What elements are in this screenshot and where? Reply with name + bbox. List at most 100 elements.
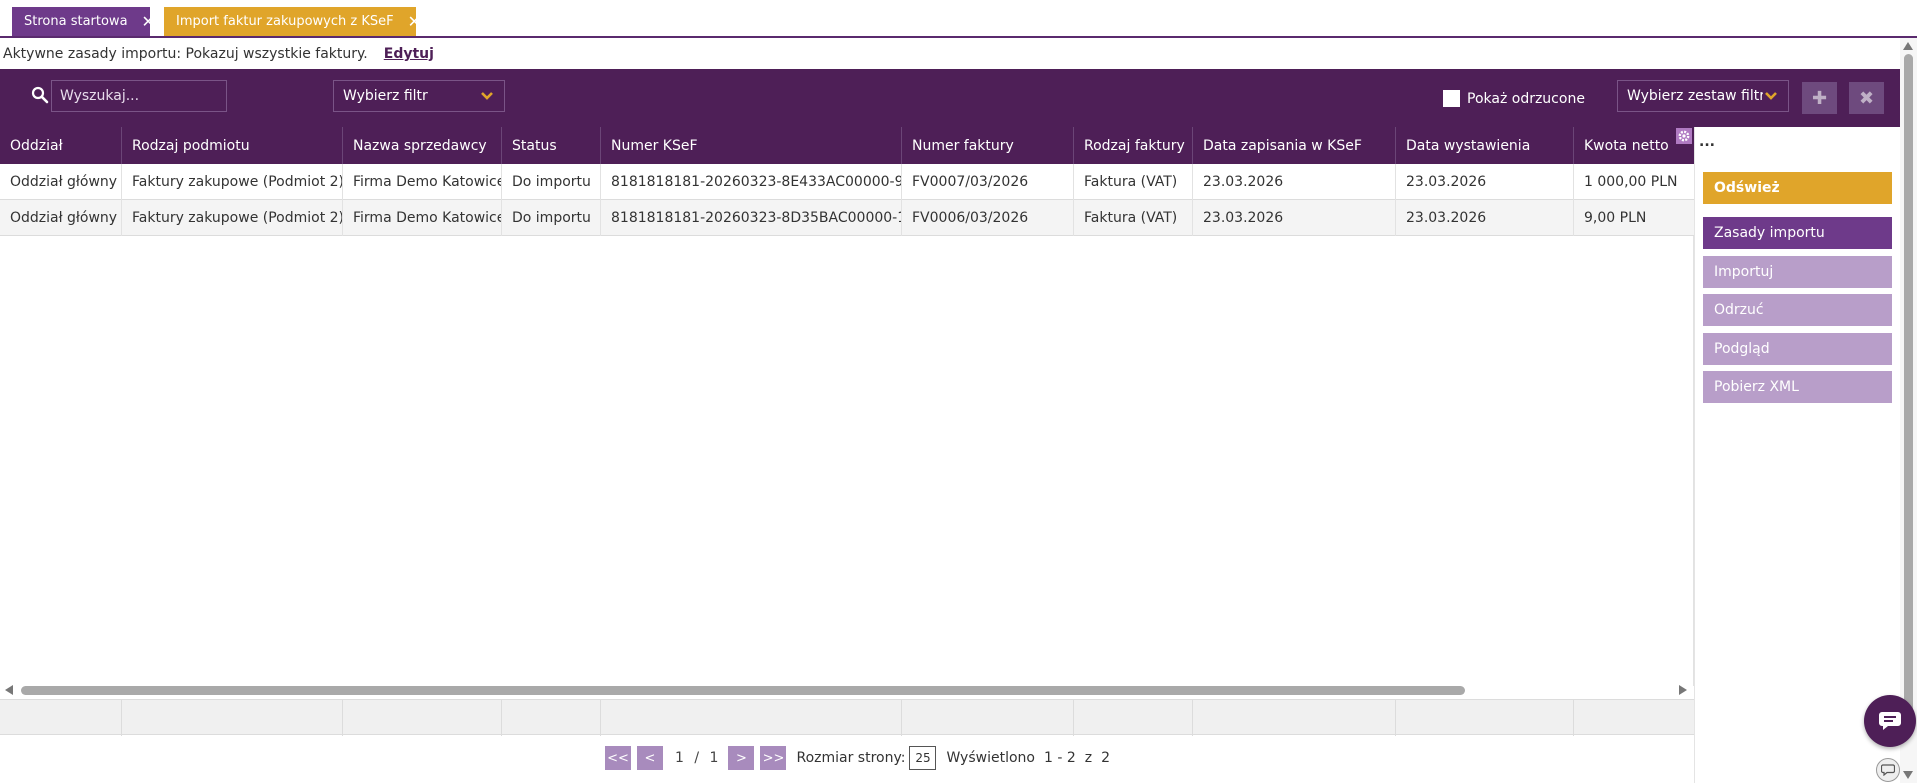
scroll-down-icon[interactable] [1903,771,1913,779]
footer-cell [502,700,601,736]
table-row[interactable]: Oddział główny Faktury zakupowe (Podmiot… [0,200,1694,236]
edit-rules-link[interactable]: Edytuj [384,46,434,62]
cell-seller-name: Firma Demo Katowice [343,164,502,200]
preview-button[interactable]: Podgląd [1703,333,1892,365]
filter-set-select[interactable]: Wybierz zestaw filtrów [1617,80,1789,112]
close-icon[interactable]: ✕ [408,13,421,30]
chat-icon [1879,712,1901,730]
page-size-label: Rozmiar strony: [796,750,906,766]
horizontal-scrollbar[interactable] [0,683,1694,697]
side-panel-divider [1694,127,1695,783]
scroll-left-icon[interactable] [5,685,13,695]
cell-status: Do importu [502,164,601,200]
cell-net-amount: 1 000,00 PLN [1584,174,1678,190]
add-filter-set-button[interactable]: ✚ [1802,82,1837,114]
cell-seller-name: Firma Demo Katowice [343,200,502,236]
cell-ksef-date: 23.03.2026 [1193,200,1396,236]
import-rules-button[interactable]: Zasady importu [1703,217,1892,249]
footer-cell [122,700,343,736]
cell-ksef-date: 23.03.2026 [1193,164,1396,200]
footer-cell [1396,700,1574,736]
reject-button[interactable]: Odrzuć [1703,294,1892,326]
checkbox-box[interactable] [1443,90,1460,107]
plus-icon: ✚ [1811,87,1828,109]
grid-body-empty-area [0,236,1694,686]
page-indicator: 1 / 1 [675,750,718,766]
cell-net-amount: 9,00 PLN [1584,210,1647,226]
page-size-input[interactable]: 25 [909,746,937,770]
more-columns-indicator: ... [1699,134,1715,150]
footer-cell [0,700,122,736]
refresh-button[interactable]: Odśwież [1703,172,1892,204]
cell-issue-date: 23.03.2026 [1396,200,1574,236]
scrollbar-thumb[interactable] [1904,54,1913,729]
shown-range: 1 - 2 [1043,750,1076,766]
chat-icon [1881,764,1895,776]
search-icon [31,86,49,104]
current-page: 1 [675,750,684,766]
close-icon[interactable]: ✕ [142,13,155,30]
active-rules-text: Aktywne zasady importu: Pokazuj wszystki… [3,46,368,62]
table-row[interactable]: Oddział główny Faktury zakupowe (Podmiot… [0,164,1694,200]
column-header-ksef-date[interactable]: Data zapisania w KSeF [1193,127,1396,164]
grid-header: Oddział Rodzaj podmiotu Nazwa sprzedawcy… [0,127,1694,164]
cell-invoice-type: Faktura (VAT) [1074,200,1193,236]
cell-status: Do importu [502,200,601,236]
tab-label: Import faktur zakupowych z KSeF [176,14,394,29]
column-header-entity-type[interactable]: Rodzaj podmiotu [122,127,343,164]
filter-select-label: Wybierz filtr [343,88,428,104]
tab-bar: Strona startowa ✕ Import faktur zakupowy… [0,0,1917,38]
column-header-seller-name[interactable]: Nazwa sprzedawcy [343,127,502,164]
footer-cell [902,700,1074,736]
cell-branch: Oddział główny [0,200,122,236]
pagination: << < 1 / 1 > >> Rozmiar strony: 25 Wyświ… [605,745,1110,771]
show-rejected-checkbox[interactable]: Pokaż odrzucone [1443,90,1585,107]
footer-cell [601,700,902,736]
cell-entity-type: Faktury zakupowe (Podmiot 2) [122,200,343,236]
shown-of: z [1084,750,1093,766]
prev-page-button[interactable]: < [637,746,663,770]
scrollbar-thumb[interactable] [21,686,1465,695]
shown-total: 2 [1101,750,1111,766]
search-input[interactable] [51,80,227,112]
delete-filter-set-button[interactable]: ✖ [1849,82,1884,114]
last-page-button[interactable]: >> [760,746,787,770]
column-header-ksef-number[interactable]: Numer KSeF [601,127,902,164]
chevron-down-icon [1765,92,1777,100]
grid-toolbar: Wybierz filtr Pokaż odrzucone Wybierz ze… [0,69,1900,127]
gear-icon[interactable] [1676,128,1692,144]
chat-button[interactable] [1864,695,1916,747]
filter-set-label: Wybierz zestaw filtrów [1627,88,1763,104]
cell-invoice-number: FV0007/03/2026 [902,164,1074,200]
import-button[interactable]: Importuj [1703,256,1892,288]
column-header-branch[interactable]: Oddział [0,127,122,164]
total-pages: 1 [709,750,719,766]
cell-issue-date: 23.03.2026 [1396,164,1574,200]
footer-cell [343,700,502,736]
tab-label: Strona startowa [24,14,128,29]
scroll-up-icon[interactable] [1903,42,1913,50]
chat-mini-button[interactable] [1876,758,1900,782]
column-header-status[interactable]: Status [502,127,601,164]
cell-ksef-number: 8181818181-20260323-8E433AC00000-9B [601,164,902,200]
footer-cell [1074,700,1193,736]
show-rejected-label: Pokaż odrzucone [1467,90,1585,107]
column-header-issue-date[interactable]: Data wystawienia [1396,127,1574,164]
tab-ksef-import[interactable]: Import faktur zakupowych z KSeF ✕ [164,7,421,36]
shown-label: Wyświetlono [946,750,1035,766]
column-header-invoice-number[interactable]: Numer faktury [902,127,1074,164]
cell-branch: Oddział główny [0,164,122,200]
next-page-button[interactable]: > [728,746,755,770]
download-xml-button[interactable]: Pobierz XML [1703,371,1892,403]
first-page-button[interactable]: << [605,746,631,770]
cell-entity-type: Faktury zakupowe (Podmiot 2) [122,164,343,200]
footer-cell [1193,700,1396,736]
scroll-right-icon[interactable] [1679,685,1687,695]
vertical-scrollbar[interactable] [1900,38,1917,783]
tab-home[interactable]: Strona startowa ✕ [12,7,155,36]
active-rules-bar: Aktywne zasady importu: Pokazuj wszystki… [0,40,434,68]
filter-select[interactable]: Wybierz filtr [333,80,505,112]
column-header-invoice-type[interactable]: Rodzaj faktury [1074,127,1193,164]
grid-footer [0,699,1694,736]
chevron-down-icon [481,92,493,100]
